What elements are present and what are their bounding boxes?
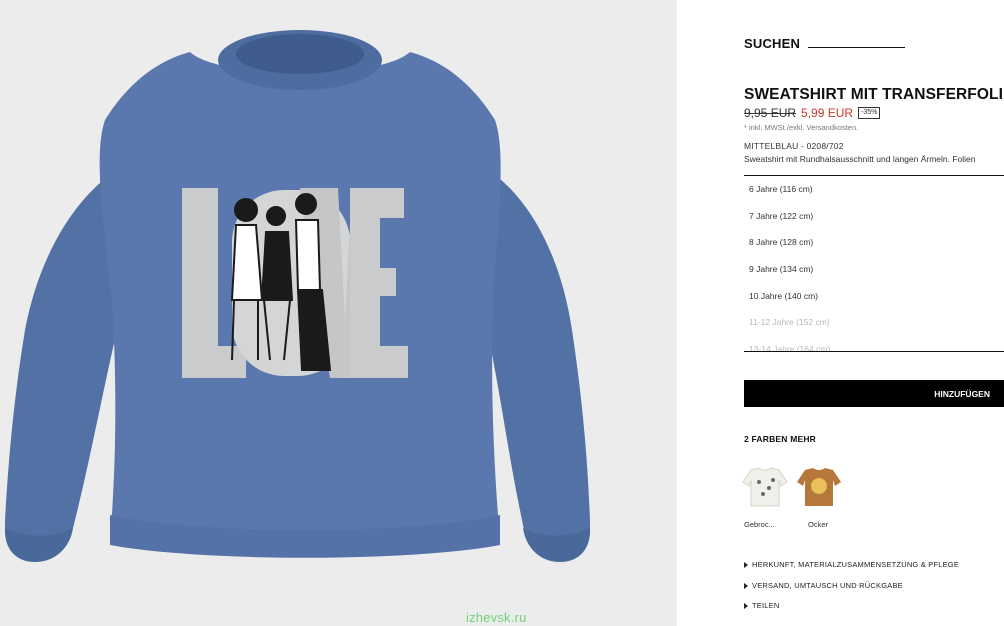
size-option[interactable]: 7 Jahre (122 cm)	[744, 203, 1004, 230]
color-swatch-ocker[interactable]	[795, 462, 843, 510]
caret-right-icon	[744, 582, 748, 589]
search-label[interactable]: SUCHEN	[744, 36, 800, 51]
tax-note: * inkl. MWSt./exkl. Versandkosten.	[744, 123, 859, 132]
color-label[interactable]: Gebroc...	[744, 520, 775, 529]
add-to-cart-button[interactable]: HINZUFÜGEN	[744, 380, 1004, 407]
accordion-share[interactable]: TEILEN	[744, 601, 779, 610]
old-price: 9,95 EUR	[744, 106, 797, 120]
size-option[interactable]: 6 Jahre (116 cm)	[744, 176, 1004, 203]
sweatshirt-illustration	[4, 30, 591, 562]
size-selector[interactable]: 6 Jahre (116 cm) 7 Jahre (122 cm) 8 Jahr…	[744, 175, 1004, 352]
color-reference: MITTELBLAU - 0208/702	[744, 141, 844, 151]
more-colors-heading: 2 FARBEN MEHR	[744, 434, 817, 444]
love-print	[182, 188, 408, 378]
search-input-line[interactable]	[808, 47, 906, 48]
accordion-label: VERSAND, UMTAUSCH UND RÜCKGABE	[752, 581, 903, 590]
color-label[interactable]: Ocker	[808, 520, 828, 529]
size-option[interactable]: 8 Jahre (128 cm)	[744, 229, 1004, 256]
product-info-panel: SUCHEN SWEATSHIRT MIT TRANSFERFOLIE 9,95…	[677, 0, 1004, 626]
size-option[interactable]: 10 Jahre (140 cm)	[744, 283, 1004, 310]
accordion-shipping[interactable]: VERSAND, UMTAUSCH UND RÜCKGABE	[744, 581, 903, 590]
price-row: 9,95 EUR 5,99 EUR -35%	[744, 106, 881, 120]
sale-price: 5,99 EUR	[801, 106, 854, 120]
accordion-label: TEILEN	[752, 601, 780, 610]
product-image[interactable]: izhevsk.ru	[0, 0, 677, 626]
caret-right-icon	[744, 602, 748, 609]
size-option-unavailable: 11-12 Jahre (152 cm)	[749, 317, 830, 328]
size-option[interactable]: 9 Jahre (134 cm)	[744, 256, 1004, 283]
product-title: SWEATSHIRT MIT TRANSFERFOLIE	[744, 86, 1004, 103]
accordion-label: HERKUNFT, MATERIALZUSAMMENSETZUNG & PFLE…	[752, 560, 960, 569]
caret-right-icon	[744, 561, 748, 568]
color-swatch-offwhite[interactable]	[741, 462, 789, 510]
size-option-unavailable: 13-14 Jahre (164 cm)	[749, 344, 831, 352]
discount-badge: -35%	[858, 107, 881, 119]
watermark: izhevsk.ru	[466, 610, 527, 625]
accordion-composition[interactable]: HERKUNFT, MATERIALZUSAMMENSETZUNG & PFLE…	[744, 560, 959, 569]
product-description: Sweatshirt mit Rundhalsausschnitt und la…	[744, 154, 976, 164]
search-field[interactable]: SUCHEN	[744, 36, 906, 51]
